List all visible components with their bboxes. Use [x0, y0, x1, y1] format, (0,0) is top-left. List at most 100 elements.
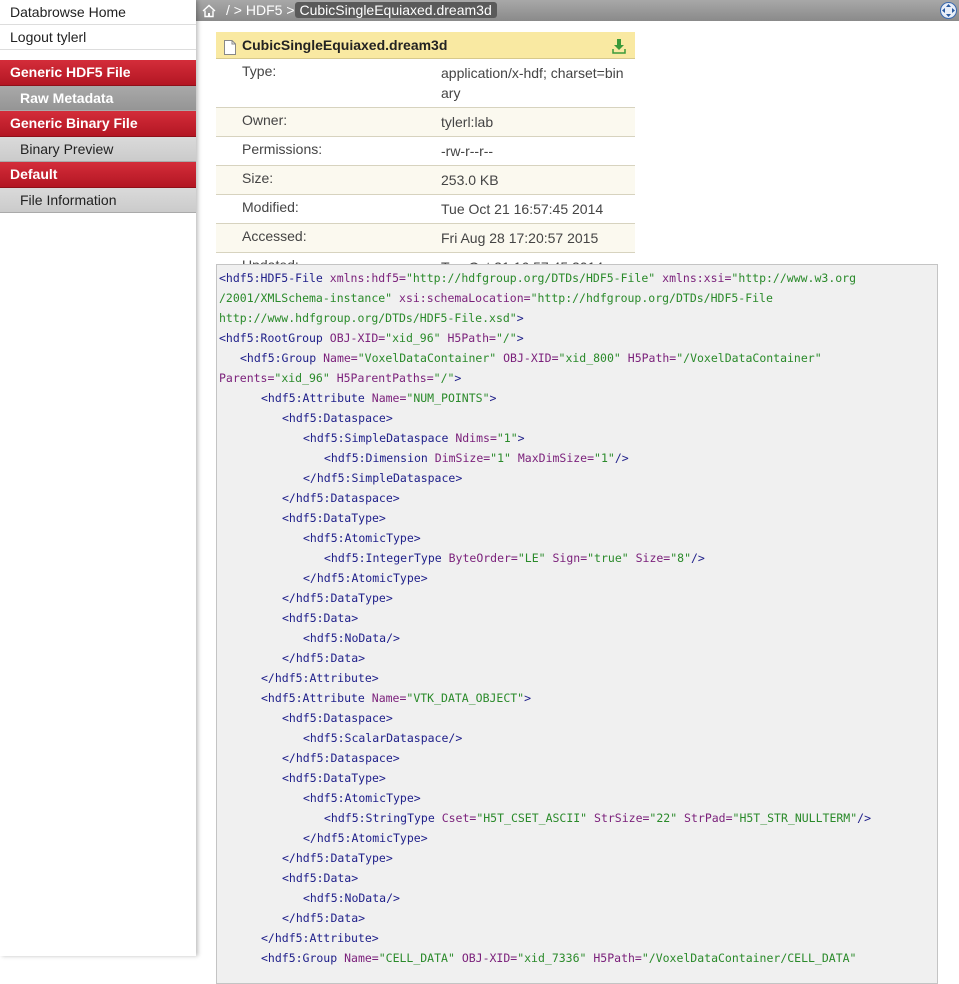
xml-token: xmlns:xsi=: [662, 271, 732, 285]
breadcrumb-bar: / > HDF5 > CubicSingleEquiaxed.dream3d: [196, 0, 959, 21]
xml-token: ByteOrder=: [448, 551, 518, 565]
xml-token: <hdf5:RootGroup: [219, 331, 330, 345]
xml-token: <hdf5:AtomicType>: [303, 791, 421, 805]
xml-token: "VoxelDataContainer": [357, 351, 504, 365]
xml-line: </hdf5:Attribute>: [219, 668, 937, 688]
xml-token: "NUM_POINTS": [406, 391, 490, 405]
xml-token: MaxDimSize=: [517, 451, 595, 465]
xml-line: <hdf5:NoData/>: [219, 888, 937, 908]
xml-line: </hdf5:Dataspace>: [219, 748, 937, 768]
xml-token: <hdf5:IntegerType: [324, 551, 449, 565]
xml-token: "xid_7336": [517, 951, 594, 965]
info-value: Tue Oct 21 16:57:45 2014: [441, 201, 604, 217]
breadcrumb-root[interactable]: /: [226, 2, 230, 18]
xml-token: Sign=: [552, 551, 588, 565]
breadcrumb-folder[interactable]: HDF5: [246, 2, 283, 18]
xml-line: <hdf5:Dataspace>: [219, 708, 937, 728]
breadcrumb-current: CubicSingleEquiaxed.dream3d: [294, 2, 497, 18]
xml-token: >: [454, 371, 462, 385]
section-default[interactable]: Default: [0, 162, 196, 188]
move-arrows-icon[interactable]: [940, 2, 957, 19]
section-generic-hdf5-file[interactable]: Generic HDF5 File: [0, 60, 196, 86]
xml-token: </hdf5:AtomicType>: [303, 831, 428, 845]
xml-token: Name=: [371, 391, 407, 405]
databrowse-home-link[interactable]: Databrowse Home: [0, 0, 196, 25]
xml-line: </hdf5:Dataspace>: [219, 488, 937, 508]
xml-token: <hdf5:Data>: [282, 871, 359, 885]
xml-token: </hdf5:SimpleDataspace>: [303, 471, 463, 485]
xml-token: "1": [594, 451, 615, 465]
info-value: Fri Aug 28 17:20:57 2015: [441, 230, 599, 246]
xml-token: "/": [495, 331, 517, 345]
xml-line: </hdf5:Data>: [219, 908, 937, 928]
xml-metadata-viewer[interactable]: <hdf5:HDF5-File xmlns:hdf5="http://hdfgr…: [216, 264, 938, 984]
file-info-title: CubicSingleEquiaxed.dream3d: [216, 32, 635, 59]
xml-line: <hdf5:IntegerType ByteOrder="LE" Sign="t…: [219, 548, 937, 568]
xml-line: <hdf5:HDF5-File xmlns:hdf5="http://hdfgr…: [219, 268, 937, 288]
xml-line: /2001/XMLSchema-instance" xsi:schemaLoca…: [219, 288, 937, 308]
info-value: 253.0 KB: [441, 172, 499, 188]
xml-line: <hdf5:AtomicType>: [219, 528, 937, 548]
xml-token: DimSize=: [434, 451, 491, 465]
xml-token: xsi:schemaLocation=: [399, 291, 531, 305]
info-row-modified: Modified: Tue Oct 21 16:57:45 2014: [216, 195, 635, 224]
xml-token: </hdf5:Attribute>: [261, 671, 379, 685]
xml-token: >: [516, 331, 524, 345]
section-generic-binary-file[interactable]: Generic Binary File: [0, 111, 196, 137]
info-key: Owner:: [242, 112, 288, 128]
sidebar-item-binary-preview[interactable]: Binary Preview: [0, 137, 196, 162]
xml-token: <hdf5:Data>: [282, 611, 359, 625]
xml-token: </hdf5:Dataspace>: [282, 751, 400, 765]
xml-token: "http://hdfgroup.org/DTDs/HDF5-File": [405, 271, 663, 285]
xml-line: http://www.hdfgroup.org/DTDs/HDF5-File.x…: [219, 308, 937, 328]
xml-token: <hdf5:Attribute: [261, 691, 372, 705]
file-info-table: CubicSingleEquiaxed.dream3d Type: applic…: [216, 32, 635, 282]
xml-line: <hdf5:SimpleDataspace Ndims="1">: [219, 428, 937, 448]
xml-token: Size=: [635, 551, 671, 565]
file-name: CubicSingleEquiaxed.dream3d: [242, 37, 448, 53]
xml-token: </hdf5:DataType>: [282, 851, 393, 865]
xml-line: <hdf5:Group Name="CELL_DATA" OBJ-XID="xi…: [219, 948, 937, 968]
breadcrumb: / > HDF5 > CubicSingleEquiaxed.dream3d: [226, 0, 497, 21]
xml-token: Name=: [371, 691, 407, 705]
download-icon[interactable]: [612, 36, 626, 54]
xml-token: <hdf5:DataType>: [282, 511, 386, 525]
xml-token: OBJ-XID=: [329, 331, 386, 345]
xml-line: <hdf5:Group Name="VoxelDataContainer" OB…: [219, 348, 937, 368]
xml-token: <hdf5:Group: [261, 951, 345, 965]
info-row-accessed: Accessed: Fri Aug 28 17:20:57 2015: [216, 224, 635, 253]
xml-token: "LE": [517, 551, 553, 565]
xml-token: OBJ-XID=: [461, 951, 518, 965]
xml-token: "http://hdfgroup.org/DTDs/HDF5-File: [530, 291, 773, 305]
xml-token: >: [516, 311, 524, 325]
xml-line: </hdf5:Attribute>: [219, 928, 937, 948]
info-value: -rw-r--r--: [441, 143, 494, 159]
xml-token: "1": [496, 431, 518, 445]
breadcrumb-separator: >: [233, 2, 242, 18]
xml-token: />: [614, 451, 629, 465]
xml-token: <hdf5:HDF5-File: [219, 271, 330, 285]
sidebar-item-raw-metadata[interactable]: Raw Metadata: [0, 86, 196, 111]
xml-token: H5Path=: [447, 331, 496, 345]
xml-token: H5Path=: [593, 951, 642, 965]
xml-token: Cset=: [441, 811, 477, 825]
xml-token: />: [857, 811, 871, 825]
logout-link[interactable]: Logout tylerl: [0, 25, 196, 50]
xml-line: </hdf5:SimpleDataspace>: [219, 468, 937, 488]
xml-token: StrSize=: [594, 811, 650, 825]
xml-line: <hdf5:Dataspace>: [219, 408, 937, 428]
xml-token: </hdf5:DataType>: [282, 591, 393, 605]
xml-token: "xid_96": [385, 331, 448, 345]
xml-token: "/": [433, 371, 455, 385]
xml-token: "/VoxelDataContainer": [676, 351, 822, 365]
info-key: Modified:: [242, 199, 299, 215]
info-value: application/x-hdf; charset=binary: [441, 65, 624, 101]
xml-token: >: [517, 431, 525, 445]
xml-token: "VTK_DATA_OBJECT": [406, 691, 525, 705]
xml-token: >: [524, 691, 532, 705]
sidebar-item-file-information[interactable]: File Information: [0, 188, 196, 213]
xml-token: <hdf5:DataType>: [282, 771, 386, 785]
xml-line: </hdf5:AtomicType>: [219, 568, 937, 588]
home-icon[interactable]: [202, 3, 216, 18]
xml-token: Name=: [323, 351, 358, 365]
